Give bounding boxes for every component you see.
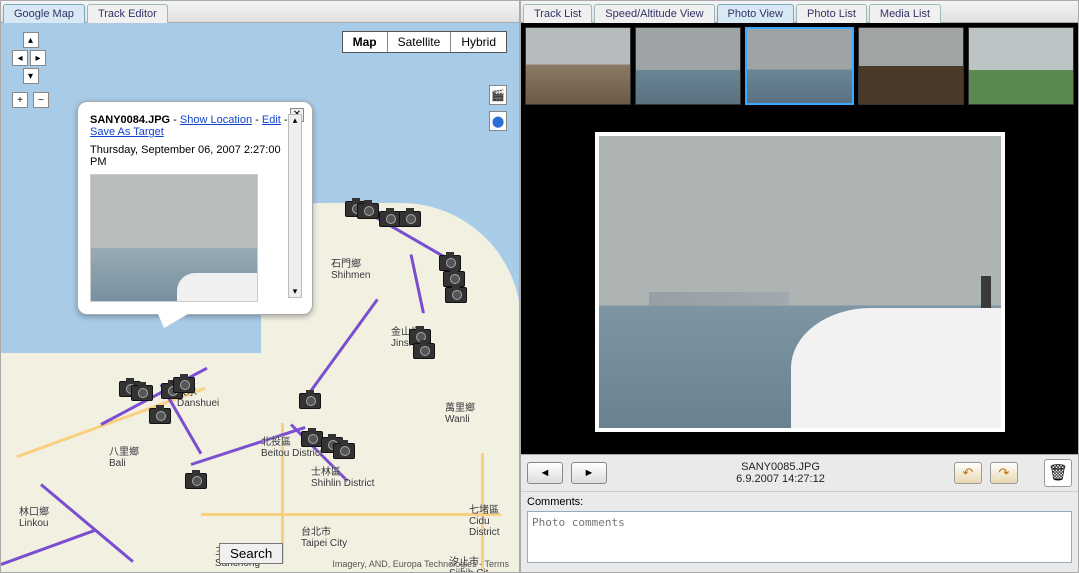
info-save-target-link[interactable]: Save As Target [90, 126, 164, 138]
camera-marker-icon[interactable] [445, 287, 467, 303]
thumbnail[interactable] [635, 27, 741, 105]
comments-label: Comments: [527, 496, 1072, 508]
camera-marker-icon[interactable] [379, 211, 401, 227]
zoom-out-button[interactable]: − [33, 92, 49, 108]
map-type-selector: Map Satellite Hybrid [342, 31, 507, 53]
info-edit-link[interactable]: Edit [262, 114, 281, 126]
map-place-label: 林口鄉Linkou [19, 503, 49, 529]
tab-google-map[interactable]: Google Map [3, 4, 85, 23]
photo-filename: SANY0085.JPG [615, 461, 946, 473]
map-canvas[interactable]: 台北市Taipei City士林區Shihlin District北投區Beit… [1, 23, 519, 572]
info-show-location-link[interactable]: Show Location [180, 114, 252, 126]
info-scrollbar[interactable] [288, 114, 302, 298]
map-pan-zoom-controls: ▴ ◂ ▸ ▾ + − [11, 31, 50, 109]
camera-marker-icon[interactable] [299, 393, 321, 409]
tab-media-list[interactable]: Media List [869, 4, 941, 23]
next-photo-button[interactable]: ► [571, 462, 607, 484]
thumbnail[interactable] [525, 27, 631, 105]
pan-left-button[interactable]: ◂ [12, 50, 28, 66]
pan-down-button[interactable]: ▾ [23, 68, 39, 84]
tab-track-editor[interactable]: Track Editor [87, 4, 168, 23]
camera-marker-icon[interactable] [149, 408, 171, 424]
pan-up-button[interactable]: ▴ [23, 32, 39, 48]
tab-track-list[interactable]: Track List [523, 4, 592, 23]
camera-marker-icon[interactable] [357, 203, 379, 219]
comments-textarea[interactable] [527, 511, 1072, 563]
photo-datetime: 6.9.2007 14:27:12 [615, 473, 946, 485]
camera-marker-icon[interactable] [413, 343, 435, 359]
map-place-label: 七堵區Cidu District [469, 501, 519, 538]
camera-marker-icon[interactable] [131, 385, 153, 401]
camera-marker-icon[interactable] [185, 473, 207, 489]
map-place-label: 石門鄉Shihmen [331, 255, 370, 281]
camera-marker-icon[interactable] [399, 211, 421, 227]
map-type-hybrid[interactable]: Hybrid [451, 32, 506, 52]
prev-photo-button[interactable]: ◄ [527, 462, 563, 484]
map-attribution: Imagery, AND, Europa Technologies - Term… [332, 559, 509, 569]
pan-right-button[interactable]: ▸ [30, 50, 46, 66]
info-filename: SANY0084.JPG [90, 114, 170, 126]
photo-metadata: SANY0085.JPG 6.9.2007 14:27:12 [615, 461, 946, 485]
camera-marker-icon[interactable] [301, 431, 323, 447]
thumbnail-selected[interactable] [745, 27, 853, 105]
search-button[interactable]: Search [219, 543, 283, 564]
film-icon[interactable]: 🎬 [489, 85, 507, 105]
map-place-label: 台北市Taipei City [301, 523, 347, 549]
map-type-satellite[interactable]: Satellite [388, 32, 452, 52]
pin-icon[interactable]: ⬤ [489, 111, 507, 131]
left-tabs: Google Map Track Editor [1, 1, 519, 23]
tab-speed-altitude[interactable]: Speed/Altitude View [594, 4, 714, 23]
rotate-right-button[interactable]: ↷ [990, 462, 1018, 484]
photo-footer-bar: ◄ ► SANY0085.JPG 6.9.2007 14:27:12 ↶ ↷ 🗑 [521, 454, 1078, 491]
main-photo [595, 132, 1005, 432]
thumbnail[interactable] [858, 27, 964, 105]
rotate-left-button[interactable]: ↶ [954, 462, 982, 484]
info-datetime: Thursday, September 06, 2007 2:27:00 PM [90, 144, 300, 168]
thumbnail-strip [521, 23, 1078, 109]
thumbnail[interactable] [968, 27, 1074, 105]
tab-photo-list[interactable]: Photo List [796, 4, 867, 23]
map-type-map[interactable]: Map [343, 32, 388, 52]
info-thumbnail [90, 174, 258, 302]
delete-photo-button[interactable]: 🗑 [1044, 459, 1072, 487]
tab-photo-view[interactable]: Photo View [717, 4, 794, 23]
zoom-in-button[interactable]: + [12, 92, 28, 108]
map-place-label: 八里鄉Bali [109, 443, 139, 469]
map-info-window: ✕ SANY0084.JPG - Show Location - Edit - … [77, 101, 313, 315]
map-place-label: 萬里鄉Wanli [445, 399, 475, 425]
map-place-label: 士林區Shihlin District [311, 463, 374, 489]
camera-marker-icon[interactable] [173, 377, 195, 393]
right-tabs: Track List Speed/Altitude View Photo Vie… [521, 1, 1078, 23]
camera-marker-icon[interactable] [333, 443, 355, 459]
